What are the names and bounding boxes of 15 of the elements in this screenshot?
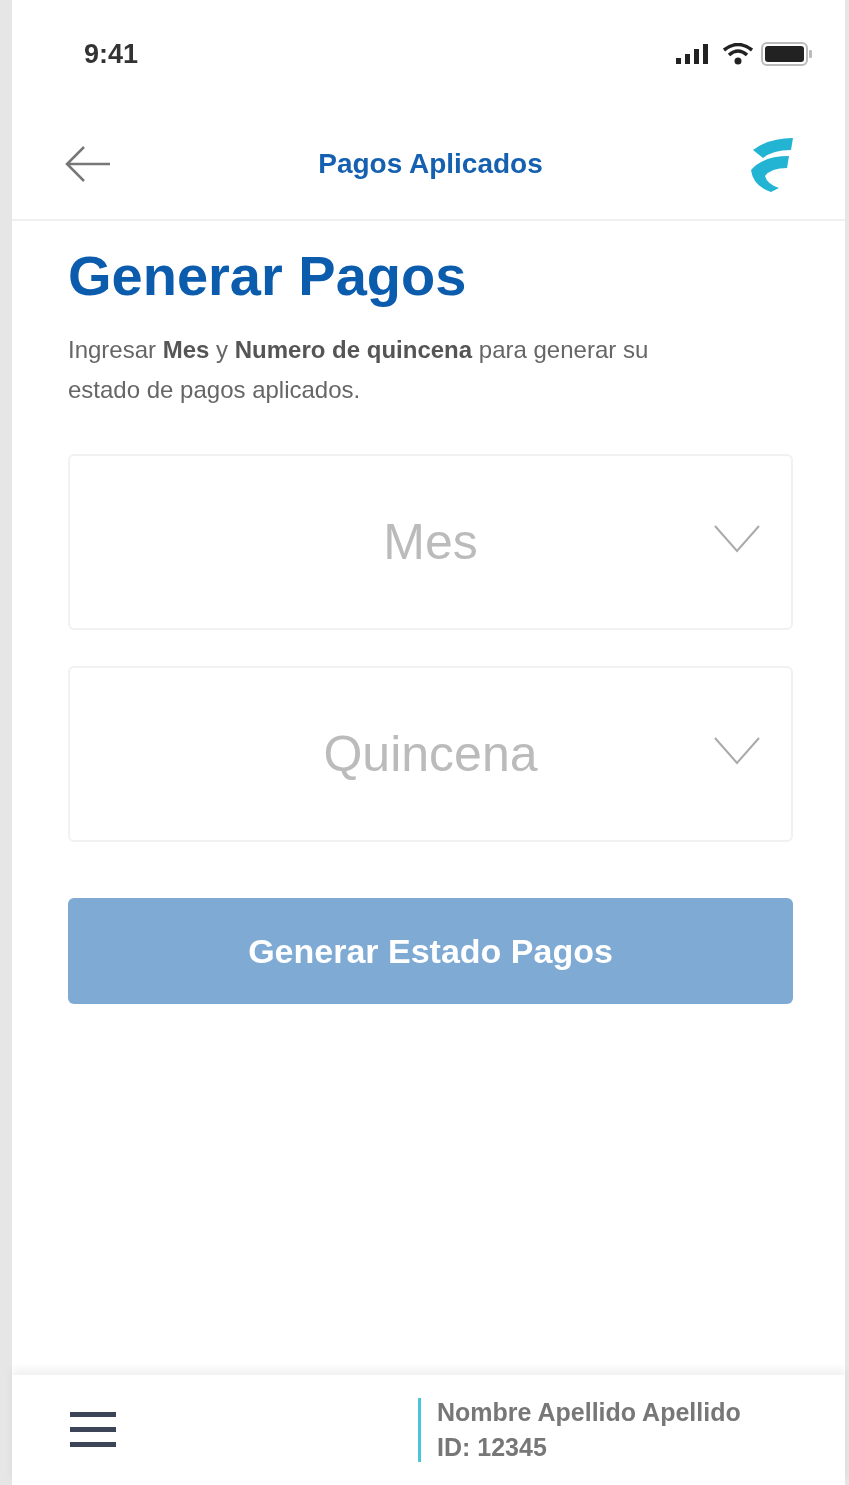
- menu-button[interactable]: [70, 1410, 116, 1450]
- dropdown-field[interactable]: Quincena: [68, 666, 793, 842]
- battery-icon: [761, 42, 813, 66]
- logo-icon: [749, 135, 795, 192]
- instruction-text: Ingresar Mes y Numero de quincena para generar su estado de pagos aplicados.: [68, 335, 650, 405]
- status-time: 9:41: [84, 38, 139, 70]
- wifi-icon: [723, 43, 753, 65]
- user-id: ID: 12345: [437, 1433, 548, 1462]
- back-button[interactable]: [64, 143, 112, 184]
- user-name: Nombre Apellido Apellido: [437, 1398, 742, 1427]
- page-heading: Generar Pagos: [68, 243, 468, 308]
- dropdown-field[interactable]: Mes: [68, 454, 793, 630]
- chevron-down-icon: [713, 524, 761, 554]
- chevron-down-icon: [713, 736, 761, 766]
- screen-title: Pagos Aplicados: [318, 147, 543, 180]
